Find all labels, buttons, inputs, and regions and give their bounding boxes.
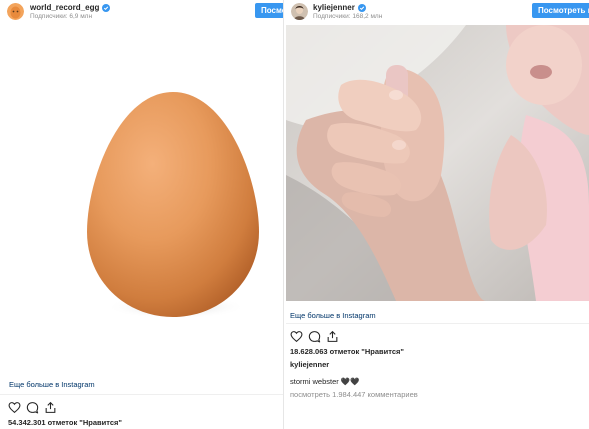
share-icon[interactable] bbox=[44, 401, 57, 414]
share-icon[interactable] bbox=[326, 330, 339, 343]
right-more-on-instagram-link[interactable]: Еще больше в Instagram bbox=[290, 311, 376, 320]
right-post-card: kyliejenner Подписчики: 168,2 млн Посмот… bbox=[286, 0, 589, 429]
left-avatar[interactable] bbox=[7, 3, 24, 20]
right-view-all-comments-link[interactable]: посмотреть 1.984.447 комментариев bbox=[290, 390, 418, 399]
egg-image bbox=[87, 92, 259, 319]
verified-icon bbox=[102, 3, 111, 12]
left-username[interactable]: world_record_egg bbox=[30, 3, 99, 12]
comment-icon[interactable] bbox=[26, 401, 39, 414]
right-comment-username[interactable]: stormi webster bbox=[290, 377, 339, 386]
right-username[interactable]: kyliejenner bbox=[313, 3, 355, 12]
left-post-header: world_record_egg Подписчики: 6,9 млн Пос… bbox=[0, 0, 283, 24]
left-username-row: world_record_egg bbox=[30, 3, 111, 12]
right-view-profile-button[interactable]: Посмотреть профиль bbox=[532, 3, 589, 18]
right-post-header: kyliejenner Подписчики: 168,2 млн Посмот… bbox=[286, 0, 589, 24]
right-avatar[interactable] bbox=[291, 3, 308, 20]
left-more-on-instagram-link[interactable]: Еще больше в Instagram bbox=[9, 380, 95, 389]
left-post-photo[interactable] bbox=[0, 25, 283, 370]
right-caption-username[interactable]: kyliejenner bbox=[290, 360, 329, 369]
left-followers: Подписчики: 6,9 млн bbox=[30, 13, 93, 20]
right-likes-count[interactable]: 18.628.063 отметок "Нравится" bbox=[290, 347, 404, 356]
right-post-photo[interactable] bbox=[286, 25, 589, 301]
left-action-bar bbox=[8, 401, 57, 414]
left-post-card: world_record_egg Подписчики: 6,9 млн Пос… bbox=[0, 0, 284, 429]
right-divider bbox=[286, 323, 589, 324]
baby-hand-image bbox=[286, 25, 589, 301]
right-action-bar bbox=[290, 330, 339, 343]
heart-icon[interactable] bbox=[8, 401, 21, 414]
right-followers: Подписчики: 168,2 млн bbox=[313, 13, 383, 20]
heart-icon[interactable] bbox=[290, 330, 303, 343]
right-username-row: kyliejenner bbox=[313, 3, 366, 12]
right-comment-text: 🖤🖤 bbox=[340, 377, 360, 386]
comment-icon[interactable] bbox=[308, 330, 321, 343]
verified-icon bbox=[357, 3, 366, 12]
right-comment: stormi webster 🖤🖤 bbox=[290, 377, 360, 386]
left-view-profile-button[interactable]: Посмотреть профиль bbox=[255, 3, 283, 18]
left-likes-count[interactable]: 54.342.301 отметок "Нравится" bbox=[8, 418, 122, 427]
left-divider bbox=[0, 394, 283, 395]
